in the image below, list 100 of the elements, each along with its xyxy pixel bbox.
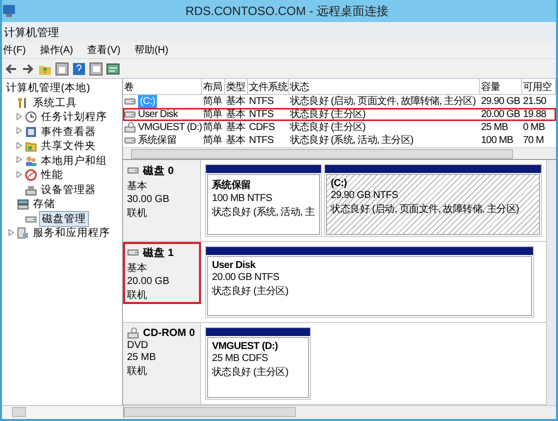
partition[interactable]: (C:) 29.90 GB NTFS 状态良好 (启动, 页面文件, 故障转储, 主分区) bbox=[324, 164, 542, 237]
column-header[interactable]: 可用空 bbox=[522, 79, 556, 95]
tree-item[interactable]: 共享文件夹 bbox=[39, 139, 98, 154]
disk-status: 联机 bbox=[127, 364, 148, 378]
collapsed-arrow-icon[interactable] bbox=[16, 127, 22, 134]
table-cell-text: 基本 bbox=[225, 121, 246, 134]
event-log-icon bbox=[25, 126, 37, 138]
partition[interactable]: 系统保留 100 MB NTFS 状态良好 (系统, 活动, 主 bbox=[205, 164, 322, 237]
tree-item[interactable]: 本地用户和组 bbox=[39, 154, 109, 168]
horizontal-scrollbar[interactable] bbox=[2, 406, 124, 418]
column-header[interactable]: 类型 bbox=[225, 79, 248, 95]
disk-name: 磁盘 0 bbox=[143, 164, 174, 178]
partition-name: User Disk bbox=[212, 260, 256, 271]
services-icon bbox=[17, 227, 29, 240]
disk-type: DVD bbox=[127, 340, 150, 352]
clock-icon bbox=[25, 111, 37, 124]
shared-folder-icon bbox=[25, 140, 37, 152]
tree-item[interactable]: 性能 bbox=[39, 168, 65, 182]
table-cell-text: 基本 bbox=[225, 95, 246, 108]
table-cell: 基本 bbox=[225, 108, 248, 121]
partition-size: 100 MB NTFS bbox=[212, 193, 274, 204]
tree-item[interactable]: 系统工具 bbox=[31, 96, 79, 110]
panel-icon[interactable] bbox=[89, 62, 103, 76]
partition[interactable]: User Disk 20.00 GB NTFS 状态良好 (主分区) bbox=[205, 246, 534, 318]
back-arrow-icon[interactable] bbox=[4, 62, 18, 76]
remote-desktop-icon bbox=[2, 4, 18, 18]
collapsed-arrow-icon[interactable] bbox=[16, 156, 22, 164]
collapsed-arrow-icon[interactable] bbox=[16, 170, 22, 178]
volume-name[interactable]: VMGUEST (D:) bbox=[138, 121, 202, 134]
table-cell: NTFS bbox=[248, 108, 289, 121]
table-cell-text: 简单 bbox=[202, 95, 224, 108]
table-cell-text: 100 MB bbox=[480, 134, 514, 147]
table-cell-text: 状态良好 (启动, 页面文件, 故障转储, 主分区) bbox=[289, 95, 477, 108]
disk-name: 磁盘 1 bbox=[143, 246, 174, 260]
disk-status: 联机 bbox=[127, 288, 148, 302]
storage-icon bbox=[17, 198, 29, 210]
partition[interactable]: VMGUEST (D:) 25 MB CDFS 状态良好 (主分区) bbox=[205, 327, 311, 400]
drive-icon bbox=[124, 135, 136, 146]
device-manager-icon bbox=[25, 184, 37, 196]
performance-icon bbox=[25, 169, 37, 182]
collapsed-arrow-icon[interactable] bbox=[16, 142, 22, 149]
table-cell: 19.88 bbox=[522, 108, 556, 121]
menu-item[interactable]: 帮助(H) bbox=[133, 43, 170, 57]
drive-icon bbox=[124, 96, 136, 107]
disk-type: 基本 bbox=[127, 180, 148, 193]
table-cell: 状态良好 (主分区) bbox=[289, 108, 480, 121]
column-header[interactable]: 容量 bbox=[480, 79, 522, 95]
vertical-scrollbar[interactable] bbox=[546, 160, 556, 405]
disk-size: 20.00 GB bbox=[127, 276, 170, 287]
table-cell-text: 29.90 GB bbox=[480, 95, 522, 108]
users-icon bbox=[25, 154, 37, 167]
table-cell-text: 0 MB bbox=[522, 121, 546, 134]
partition-status: 状态良好 (启动, 页面文件, 故障转储, 主分区) bbox=[330, 202, 520, 216]
menu-item[interactable]: 件(F) bbox=[2, 43, 27, 57]
table-cell-text: CDFS bbox=[248, 121, 276, 134]
panel-icon[interactable] bbox=[55, 62, 69, 76]
table-cell: 20.00 GB bbox=[480, 108, 522, 121]
disk-size: 25 MB bbox=[127, 352, 157, 364]
tree-item[interactable]: 存储 bbox=[31, 197, 57, 212]
remote-desktop-title: RDS.CONTOSO.COM - 远程桌面连接 bbox=[184, 2, 390, 20]
collapsed-arrow-icon[interactable] bbox=[16, 112, 22, 120]
cd-drive-icon bbox=[127, 327, 139, 340]
partition-status: 状态良好 (主分区) bbox=[212, 284, 290, 298]
properties-icon[interactable] bbox=[106, 62, 120, 76]
table-cell-text: NTFS bbox=[248, 134, 275, 147]
menu-item[interactable]: 查看(V) bbox=[86, 43, 122, 57]
table-cell-text: 简单 bbox=[202, 134, 224, 147]
tree-item[interactable]: 磁盘管理 bbox=[39, 210, 89, 227]
partition-size: 25 MB CDFS bbox=[212, 353, 269, 364]
table-cell-text: 状态良好 (系统, 活动, 主分区) bbox=[289, 134, 414, 147]
drive-icon bbox=[124, 109, 136, 120]
help-icon[interactable] bbox=[72, 62, 86, 76]
tree-item[interactable]: 服务和应用程序 bbox=[31, 226, 112, 240]
volume-name[interactable]: 系统保留 bbox=[138, 134, 176, 147]
disk-name: CD-ROM 0 bbox=[143, 327, 195, 340]
menu-item[interactable]: 操作(A) bbox=[38, 43, 74, 57]
partition-name: (C:) bbox=[330, 178, 348, 189]
forward-arrow-icon[interactable] bbox=[21, 62, 35, 76]
column-header[interactable]: 文件系统 bbox=[248, 79, 289, 95]
table-cell-text: 21.50 bbox=[522, 95, 548, 108]
tree-item[interactable]: 计算机管理(本地) bbox=[4, 81, 92, 96]
column-header[interactable]: 状态 bbox=[289, 79, 480, 95]
partition-size: 29.90 GB NTFS bbox=[330, 190, 399, 201]
partition-status: 状态良好 (系统, 活动, 主 bbox=[212, 206, 315, 219]
column-header[interactable]: 布局 bbox=[202, 79, 225, 95]
window-title: 计算机管理 bbox=[4, 26, 59, 40]
disk-size: 30.00 GB bbox=[127, 194, 170, 205]
disk-status: 联机 bbox=[127, 206, 148, 220]
tree-item[interactable]: 事件查看器 bbox=[39, 124, 98, 139]
column-header[interactable]: 卷 bbox=[123, 79, 202, 95]
tree-item[interactable]: 任务计划程序 bbox=[39, 110, 109, 124]
collapsed-arrow-icon[interactable] bbox=[8, 228, 14, 236]
table-cell: 简单 bbox=[202, 108, 225, 121]
volume-name[interactable]: User Disk bbox=[138, 108, 178, 121]
table-cell-text: 基本 bbox=[225, 134, 246, 147]
tree-item[interactable]: 设备管理器 bbox=[39, 182, 98, 197]
table-cell-text: 25 MB bbox=[480, 121, 509, 134]
table-cell-text: 简单 bbox=[202, 121, 224, 134]
table-cell-text: NTFS bbox=[248, 95, 275, 108]
cd-drive-icon bbox=[124, 122, 136, 133]
